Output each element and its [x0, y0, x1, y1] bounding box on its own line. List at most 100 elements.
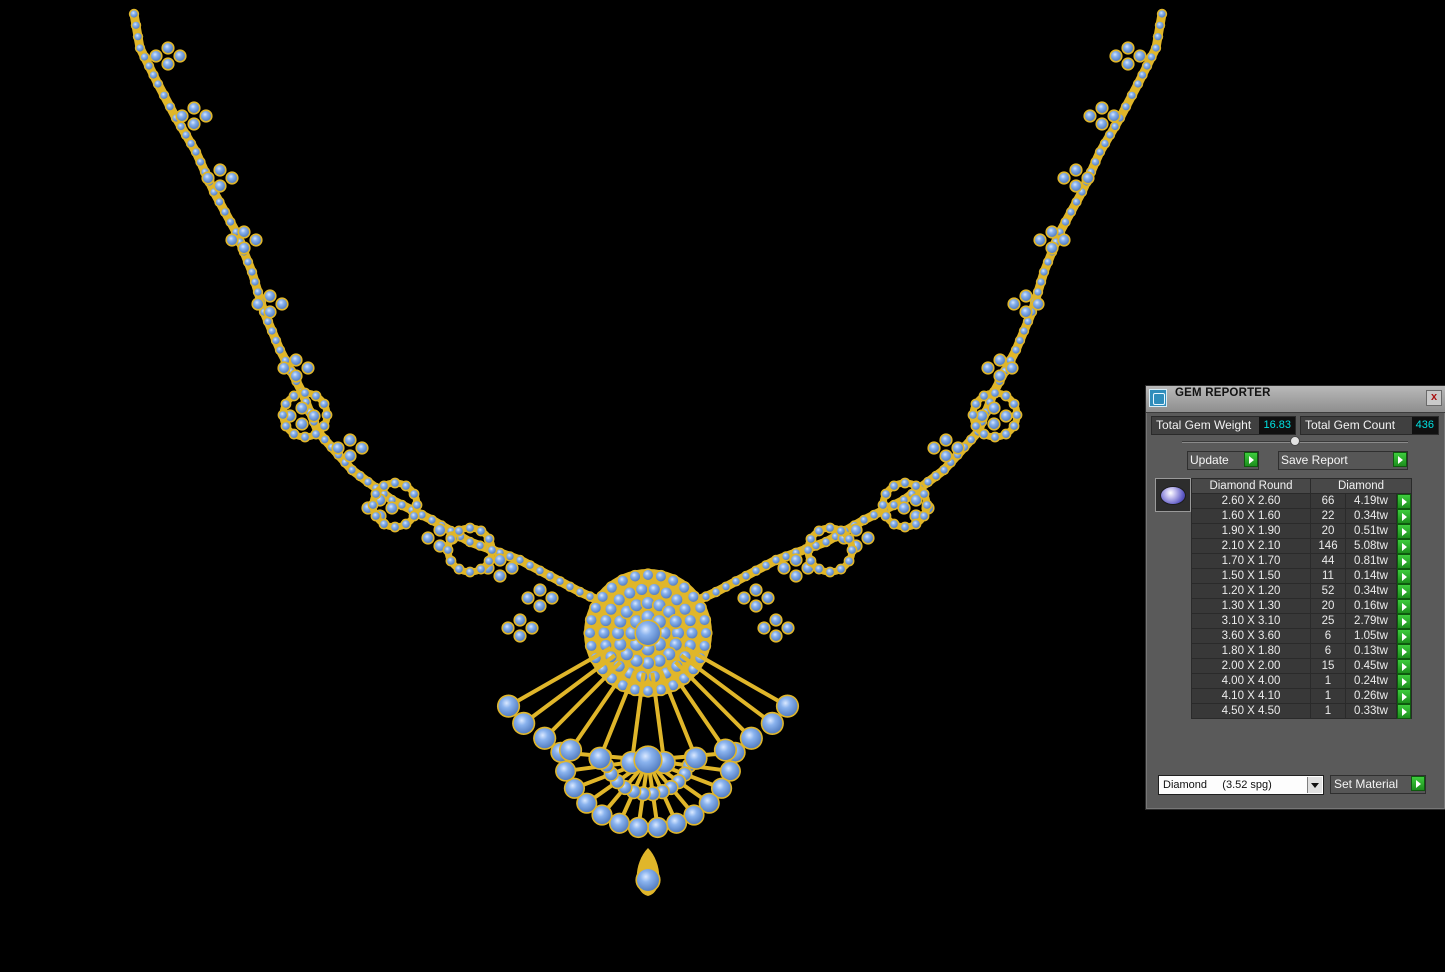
gem-weight-cell: 0.26tw	[1345, 688, 1397, 704]
play-arrow-icon[interactable]	[1397, 509, 1411, 524]
gem-stone	[357, 443, 367, 453]
gem-stone	[791, 571, 801, 581]
gem-stone	[598, 627, 610, 639]
gem-stone	[290, 430, 298, 438]
play-arrow-icon[interactable]	[1397, 659, 1411, 674]
gem-stone	[282, 400, 290, 408]
gem-stone	[1122, 103, 1130, 111]
gem-stone	[515, 631, 525, 641]
table-row[interactable]: 1.90 X 1.90 20 0.51tw	[1191, 523, 1412, 539]
gem-stone	[516, 556, 524, 564]
gem-stone	[739, 593, 749, 603]
gem-stone	[1101, 139, 1109, 148]
play-arrow-icon[interactable]	[1397, 689, 1411, 704]
gem-count-cell: 20	[1310, 523, 1346, 539]
gem-stone	[485, 557, 493, 565]
gem-stone	[660, 587, 672, 599]
table-row[interactable]: 4.00 X 4.00 1 0.24tw	[1191, 673, 1412, 689]
table-row[interactable]: 2.00 X 2.00 15 0.45tw	[1191, 658, 1412, 674]
play-arrow-icon[interactable]	[1397, 584, 1411, 599]
play-arrow-icon[interactable]	[1397, 629, 1411, 644]
material-dropdown[interactable]: Diamond (3.52 spg)	[1158, 775, 1324, 795]
play-arrow-icon[interactable]	[1397, 644, 1411, 659]
round-gem-thumbnail[interactable]	[1155, 478, 1191, 512]
gem-stone	[498, 696, 519, 717]
save-report-button[interactable]: Save Report	[1278, 451, 1408, 470]
gem-stone	[1012, 346, 1020, 354]
play-arrow-icon[interactable]	[1397, 494, 1411, 509]
row-action-cell	[1396, 643, 1412, 659]
table-row[interactable]: 1.20 X 1.20 52 0.34tw	[1191, 583, 1412, 599]
gem-stone	[923, 501, 931, 509]
play-arrow-icon[interactable]	[1397, 539, 1411, 554]
gem-stone	[423, 533, 433, 543]
set-material-button-label: Set Material	[1334, 777, 1399, 791]
play-arrow-icon[interactable]	[1397, 599, 1411, 614]
table-row[interactable]: 2.60 X 2.60 66 4.19tw	[1191, 493, 1412, 509]
gem-stone	[455, 565, 463, 573]
play-arrow-icon[interactable]	[1397, 674, 1411, 689]
gem-stone	[321, 436, 329, 444]
gem-weight-cell: 2.79tw	[1345, 613, 1397, 629]
save-report-button-label: Save Report	[1281, 453, 1348, 467]
table-row[interactable]: 1.30 X 1.30 20 0.16tw	[1191, 598, 1412, 614]
slider-handle[interactable]	[1290, 436, 1300, 446]
update-button[interactable]: Update	[1187, 451, 1259, 470]
gem-stone	[151, 51, 161, 61]
gem-stone	[969, 411, 977, 419]
dropdown-arrow-icon[interactable]	[1307, 777, 1322, 793]
gem-stone	[712, 588, 720, 596]
gem-stone	[345, 451, 355, 461]
table-row[interactable]: 4.10 X 4.10 1 0.26tw	[1191, 688, 1412, 704]
gem-stone	[356, 472, 364, 480]
gem-size-cell: 1.50 X 1.50	[1191, 568, 1311, 584]
gem-stone	[624, 587, 636, 599]
gem-stone	[560, 740, 581, 761]
update-button-label: Update	[1190, 453, 1229, 467]
play-arrow-icon	[1393, 452, 1407, 467]
play-arrow-icon[interactable]	[1397, 614, 1411, 629]
gem-stone	[277, 299, 287, 309]
row-action-cell	[1396, 553, 1412, 569]
gem-stone	[995, 371, 1005, 381]
row-action-cell	[1396, 628, 1412, 644]
table-row[interactable]: 3.60 X 3.60 6 1.05tw	[1191, 628, 1412, 644]
play-arrow-icon[interactable]	[1397, 704, 1411, 719]
table-row[interactable]: 3.10 X 3.10 25 2.79tw	[1191, 613, 1412, 629]
row-action-cell	[1396, 673, 1412, 689]
table-row[interactable]: 1.50 X 1.50 11 0.14tw	[1191, 568, 1412, 584]
gem-count-cell: 11	[1310, 568, 1346, 584]
set-material-button[interactable]: Set Material	[1330, 775, 1426, 794]
gem-stone	[576, 588, 584, 596]
play-arrow-icon[interactable]	[1397, 569, 1411, 584]
gem-stone	[215, 181, 225, 191]
gem-stone	[369, 501, 377, 509]
gem-stone	[901, 479, 909, 487]
table-row[interactable]: 2.10 X 2.10 146 5.08tw	[1191, 538, 1412, 554]
total-gem-weight-value: 16.83	[1259, 417, 1295, 434]
gem-table: Diamond Round Diamond 2.60 X 2.60 66 4.19t…	[1191, 478, 1412, 719]
gem-stone	[1091, 158, 1100, 166]
table-row[interactable]: 1.70 X 1.70 44 0.81tw	[1191, 553, 1412, 569]
table-row[interactable]: 4.50 X 4.50 1 0.33tw	[1191, 703, 1412, 719]
gem-stone	[312, 430, 320, 438]
gem-stone	[669, 615, 682, 628]
gem-stone	[804, 546, 812, 554]
panel-titlebar[interactable]: GEM REPORTER x	[1146, 386, 1445, 413]
gem-stone	[523, 593, 533, 603]
play-arrow-icon[interactable]	[1397, 524, 1411, 539]
gem-stone	[890, 501, 898, 509]
gem-size-cell: 4.50 X 4.50	[1191, 703, 1311, 719]
close-icon[interactable]: x	[1426, 390, 1442, 406]
row-action-cell	[1396, 493, 1412, 509]
table-row[interactable]: 1.80 X 1.80 6 0.13tw	[1191, 643, 1412, 659]
gem-stone	[149, 71, 158, 79]
play-arrow-icon[interactable]	[1397, 554, 1411, 569]
gem-stone	[466, 568, 474, 576]
table-row[interactable]: 1.60 X 1.60 22 0.34tw	[1191, 508, 1412, 524]
gem-stone	[882, 490, 890, 498]
gem-stone	[506, 552, 514, 561]
gem-stone	[702, 592, 710, 601]
gem-stone	[783, 623, 793, 633]
gem-stone	[777, 696, 798, 717]
